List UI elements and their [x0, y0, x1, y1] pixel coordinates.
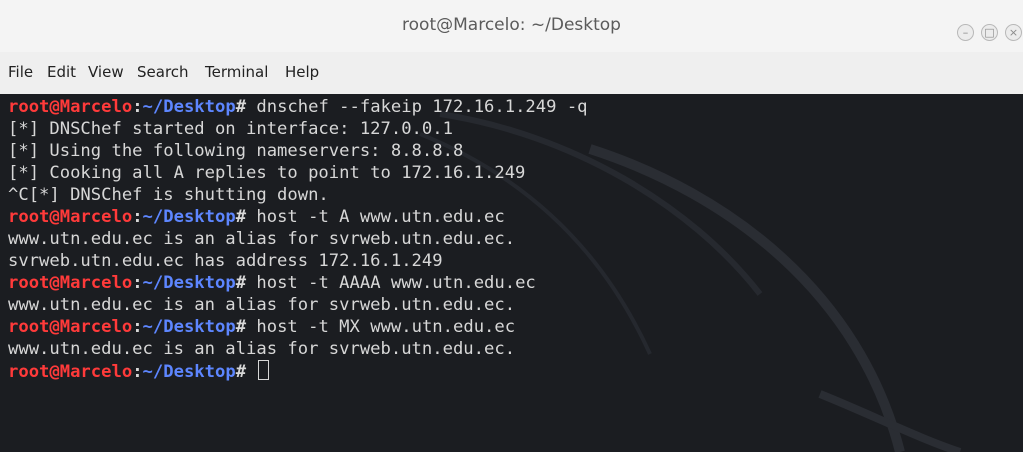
- menu-bar: File Edit View Search Terminal Help: [0, 52, 1023, 95]
- terminal-line: [*] DNSChef started on interface: 127.0.…: [8, 119, 453, 139]
- terminal-line: root@Marcelo:~/Desktop# host -t MX www.u…: [8, 316, 515, 338]
- prompt-path: ~/Desktop: [142, 317, 236, 337]
- terminal-line: [*] Using the following nameservers: 8.8…: [8, 141, 464, 161]
- terminal-line: svrweb.utn.edu.ec has address 172.16.1.2…: [8, 251, 443, 271]
- menu-terminal[interactable]: Terminal: [205, 63, 268, 81]
- prompt-separator: :: [132, 362, 143, 382]
- prompt-separator: :: [132, 273, 143, 293]
- terminal-line: root@Marcelo:~/Desktop# host -t AAAA www…: [8, 272, 536, 294]
- command-text: dnschef --fakeip 172.16.1.249 -q: [256, 97, 588, 117]
- window-title: root@Marcelo: ~/Desktop: [402, 15, 621, 35]
- menu-help[interactable]: Help: [285, 63, 319, 81]
- command-text: host -t AAAA www.utn.edu.ec: [256, 273, 536, 293]
- minimize-icon[interactable]: –: [957, 24, 974, 41]
- terminal-line: root@Marcelo:~/Desktop# host -t A www.ut…: [8, 206, 505, 228]
- prompt-user: root@Marcelo: [8, 207, 133, 227]
- prompt-path: ~/Desktop: [142, 97, 236, 117]
- command-text: host -t A www.utn.edu.ec: [256, 207, 505, 227]
- title-bar[interactable]: root@Marcelo: ~/Desktop – □ ×: [0, 0, 1023, 52]
- prompt-symbol: #: [235, 207, 257, 227]
- terminal-line: www.utn.edu.ec is an alias for svrweb.ut…: [8, 295, 516, 315]
- prompt-path: ~/Desktop: [142, 207, 236, 227]
- prompt-symbol: #: [235, 362, 257, 382]
- prompt-user: root@Marcelo: [8, 273, 133, 293]
- menu-edit[interactable]: Edit: [47, 63, 76, 81]
- prompt-user: root@Marcelo: [8, 97, 133, 117]
- command-text: host -t MX www.utn.edu.ec: [256, 317, 516, 337]
- terminal-line: root@Marcelo:~/Desktop# dnschef --fakeip…: [8, 96, 588, 118]
- terminal-line: www.utn.edu.ec is an alias for svrweb.ut…: [8, 229, 516, 249]
- terminal-line: root@Marcelo:~/Desktop#: [8, 360, 270, 383]
- terminal-line: ^C[*] DNSChef is shutting down.: [8, 185, 329, 205]
- prompt-symbol: #: [235, 317, 257, 337]
- terminal-cursor: [258, 360, 270, 380]
- maximize-icon[interactable]: □: [981, 24, 998, 41]
- prompt-symbol: #: [235, 97, 257, 117]
- menu-search[interactable]: Search: [137, 63, 189, 81]
- prompt-user: root@Marcelo: [8, 317, 133, 337]
- prompt-separator: :: [132, 317, 143, 337]
- menu-file[interactable]: File: [8, 63, 33, 81]
- terminal-window: root@Marcelo: ~/Desktop – □ × File Edit …: [0, 0, 1023, 452]
- close-icon[interactable]: ×: [1005, 24, 1022, 41]
- terminal-line: www.utn.edu.ec is an alias for svrweb.ut…: [8, 339, 516, 359]
- prompt-separator: :: [132, 207, 143, 227]
- prompt-user: root@Marcelo: [8, 362, 133, 382]
- terminal-line: [*] Cooking all A replies to point to 17…: [8, 163, 526, 183]
- prompt-separator: :: [132, 97, 143, 117]
- prompt-path: ~/Desktop: [142, 362, 236, 382]
- menu-view[interactable]: View: [88, 63, 124, 81]
- terminal-output[interactable]: root@Marcelo:~/Desktop# dnschef --fakeip…: [0, 94, 1023, 452]
- prompt-symbol: #: [235, 273, 257, 293]
- prompt-path: ~/Desktop: [142, 273, 236, 293]
